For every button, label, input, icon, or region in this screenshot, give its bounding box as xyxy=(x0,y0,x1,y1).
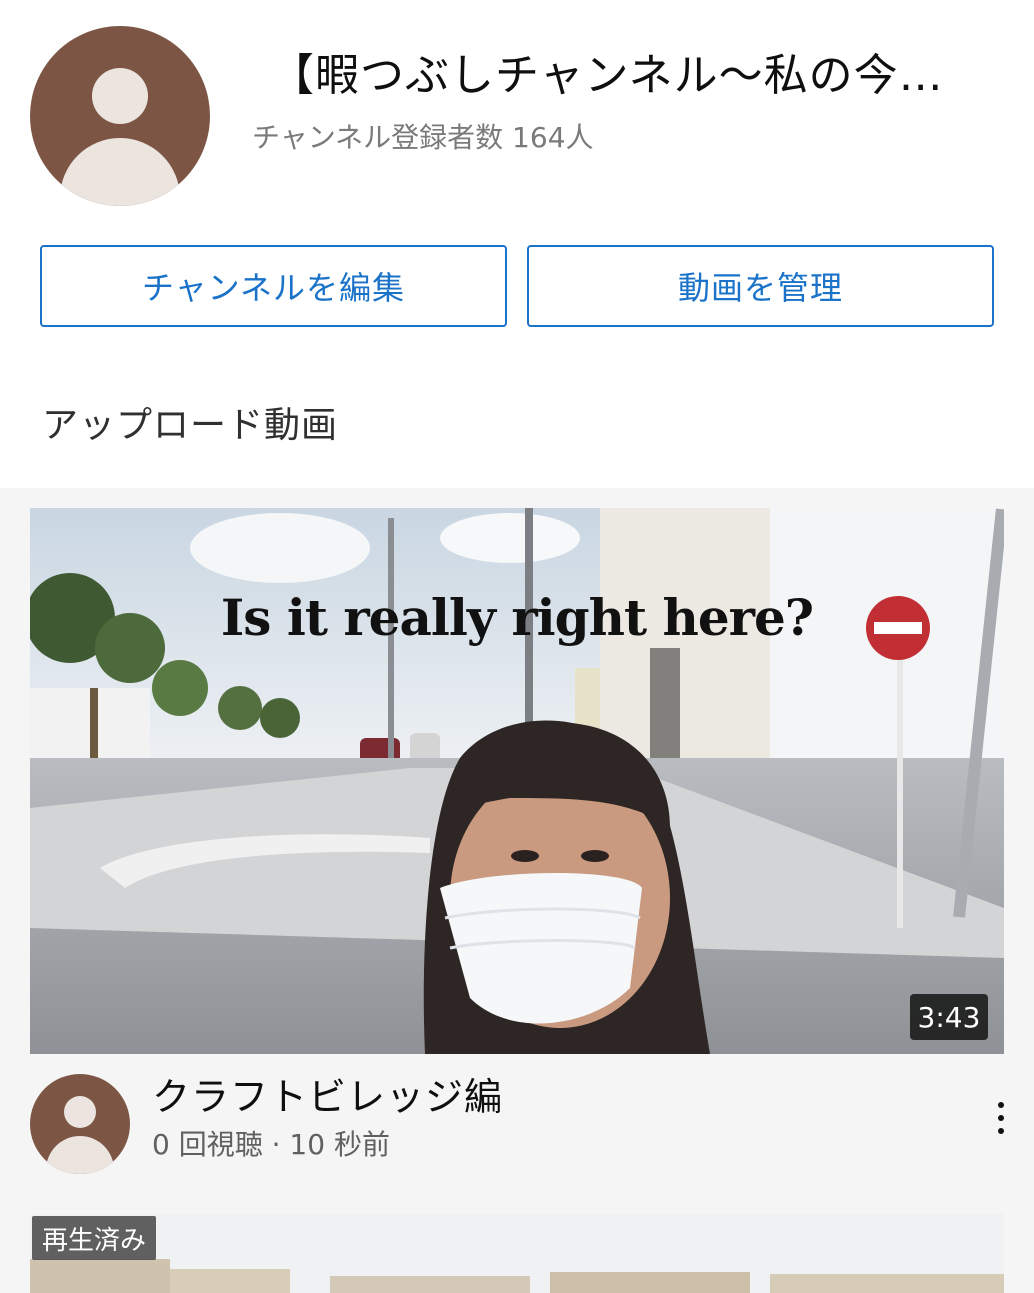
uploads-section-title: アップロード動画 xyxy=(42,405,339,446)
more-options-icon[interactable] xyxy=(986,1096,1016,1140)
avatar-body-shape xyxy=(60,138,180,206)
video-meta: 0 回視聴 · 10 秒前 xyxy=(152,1128,390,1161)
avatar-head-shape xyxy=(92,68,148,124)
more-dot xyxy=(998,1115,1004,1121)
watched-badge: 再生済み xyxy=(32,1216,157,1260)
duration-badge: 3:43 xyxy=(910,994,988,1040)
thumbnail-image-2 xyxy=(30,1214,1004,1293)
channel-avatar[interactable] xyxy=(30,26,210,206)
edit-channel-button[interactable]: チャンネルを編集 xyxy=(40,245,507,327)
subscriber-count: チャンネル登録者数 164人 xyxy=(252,121,594,154)
more-dot xyxy=(998,1102,1004,1108)
video-thumbnail[interactable]: Is it really right here? xyxy=(30,508,1004,1054)
thumbnail-caption: Is it really right here? xyxy=(220,588,814,647)
video-thumbnail-2[interactable] xyxy=(30,1214,1004,1293)
channel-title: 【暇つぶしチャンネル〜私の今… xyxy=(270,50,944,101)
avatar-body-shape xyxy=(46,1136,114,1174)
more-dot xyxy=(998,1128,1004,1134)
video-title[interactable]: クラフトビレッジ編 xyxy=(152,1073,503,1121)
manage-videos-button[interactable]: 動画を管理 xyxy=(527,245,994,327)
video-channel-avatar[interactable] xyxy=(30,1074,130,1174)
avatar-head-shape xyxy=(64,1096,96,1128)
